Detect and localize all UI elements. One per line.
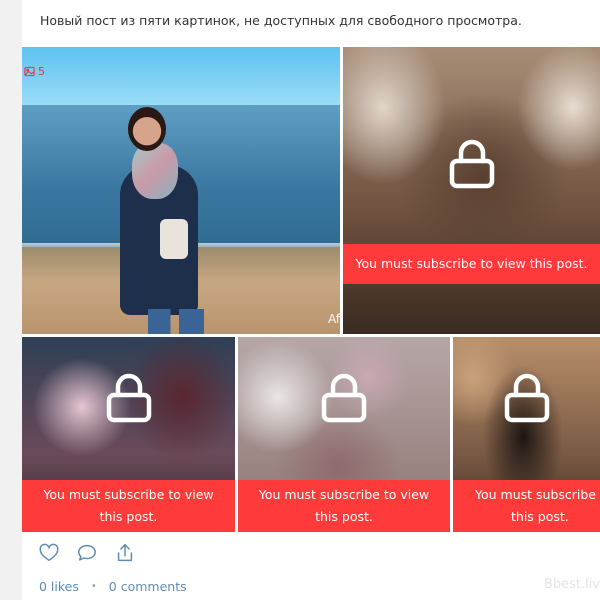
subscribe-notice-line1: You must subscribe to view xyxy=(258,487,430,502)
gallery-image-1[interactable]: 5 Af xyxy=(22,47,340,334)
photo-sky xyxy=(22,47,340,105)
subscribe-notice-line2: this post. xyxy=(511,509,569,524)
subscribe-notice-line2: this post. xyxy=(99,509,158,524)
stats-separator: • xyxy=(90,581,97,592)
likes-count[interactable]: 0 likes xyxy=(39,579,79,594)
photo-person-legs xyxy=(148,309,204,334)
photo-person-head xyxy=(128,107,166,151)
comment-icon xyxy=(78,544,96,561)
gallery-image-4-locked[interactable]: You must subscribe to view this post. xyxy=(238,337,450,532)
subscribe-notice[interactable]: You must subscribe to view this post. xyxy=(343,244,600,284)
subscribe-notice[interactable]: You must subscribe to this post. xyxy=(453,480,600,532)
subscribe-notice-line1: You must subscribe to view xyxy=(43,487,214,502)
blurred-preview xyxy=(343,47,600,334)
lock-icon xyxy=(503,373,551,423)
comments-count[interactable]: 0 comments xyxy=(109,579,187,594)
image-icon xyxy=(24,66,35,77)
image-count-badge: 5 xyxy=(24,65,45,78)
subscribe-notice[interactable]: You must subscribe to view this post. xyxy=(22,480,235,532)
lock-icon xyxy=(448,139,496,189)
photo-person-bag xyxy=(160,219,188,259)
image-count: 5 xyxy=(38,65,45,78)
gallery-image-2-locked[interactable]: You must subscribe to view this post. xyxy=(343,47,600,334)
share-button[interactable] xyxy=(114,542,136,564)
post-actions xyxy=(38,542,136,564)
post-text: Новый пост из пяти картинок, не доступны… xyxy=(40,13,522,28)
share-icon xyxy=(117,544,133,562)
like-button[interactable] xyxy=(38,542,60,564)
gallery-image-3-locked[interactable]: You must subscribe to view this post. xyxy=(22,337,235,532)
watermark: Af xyxy=(327,312,340,326)
comment-button[interactable] xyxy=(76,542,98,564)
subscribe-notice-line1: You must subscribe to xyxy=(475,487,600,502)
site-watermark: Bbest.liv xyxy=(543,577,600,592)
lock-icon xyxy=(105,373,153,423)
lock-icon xyxy=(320,373,368,423)
gallery-image-5-locked[interactable]: You must subscribe to this post. xyxy=(453,337,600,532)
subscribe-notice-line2: this post. xyxy=(315,509,373,524)
photo-person-scarf xyxy=(132,143,178,199)
heart-icon xyxy=(39,543,59,562)
post-card: Новый пост из пяти картинок, не доступны… xyxy=(22,0,600,600)
subscribe-notice[interactable]: You must subscribe to view this post. xyxy=(238,480,450,532)
post-stats: 0 likes • 0 comments xyxy=(39,579,187,594)
